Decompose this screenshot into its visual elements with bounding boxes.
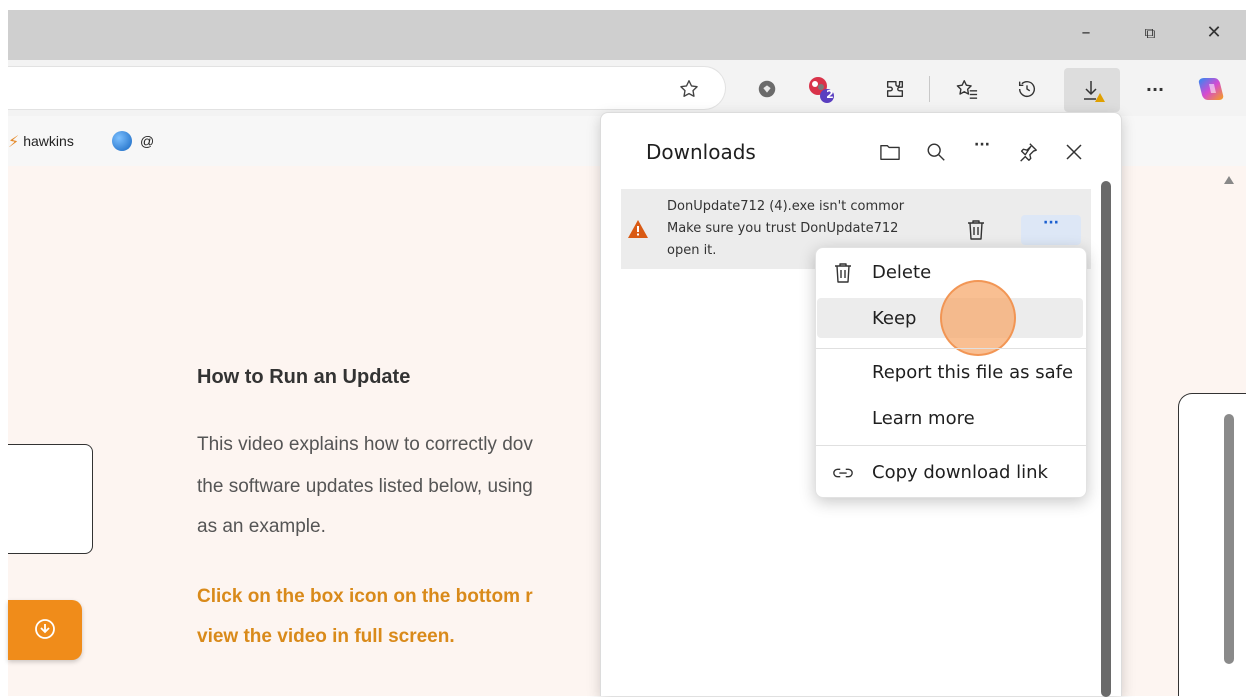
close-icon[interactable] [1059,137,1089,167]
menu-item-report-safe[interactable]: Report this file as safe [816,352,1086,394]
profile-extension-icon[interactable]: 2 [806,74,836,104]
scroll-up-arrow[interactable] [1224,176,1234,184]
menu-label: Report this file as safe [872,362,1074,383]
search-icon[interactable] [921,137,951,167]
menu-label: Learn more [872,408,975,429]
downloads-more-icon[interactable]: ··· [967,137,997,167]
download-warning-text: Make sure you trust DonUpdate712 [667,221,899,236]
close-window-button[interactable]: ✕ [1194,18,1234,48]
menu-divider [816,348,1086,349]
history-icon[interactable] [1012,74,1042,104]
favorite-hawkins[interactable]: ⚡ hawkins [8,130,74,152]
favorite-label: @ [140,133,155,149]
instruction-line: Click on the box icon on the bottom r [197,586,533,607]
page-scrollbar-thumb[interactable] [1224,414,1234,664]
trash-icon [835,263,851,283]
favorite-star-icon[interactable] [674,74,704,104]
menu-label: Delete [872,262,932,283]
downloads-title: Downloads [646,140,756,164]
side-frame-partial [1178,393,1246,696]
download-circle-button[interactable] [8,600,82,660]
menu-item-copy-link[interactable]: Copy download link [816,452,1086,494]
title-bar-strip: – ⧉ ✕ [8,10,1246,60]
pin-icon[interactable] [1013,137,1043,167]
click-indicator [940,280,1016,356]
paragraph-line: as an example. [197,516,326,537]
shield-extension-icon[interactable] [752,74,782,104]
instruction-line: view the video in full screen. [197,626,455,647]
downloads-button[interactable] [1064,68,1120,112]
warning-icon [628,220,648,238]
download-circle-icon [35,619,55,639]
menu-divider [816,445,1086,446]
panel-scrollbar-thumb[interactable] [1101,181,1111,697]
download-warning-text: open it. [667,243,717,258]
toolbar-divider [929,76,930,102]
download-warning-text: DonUpdate712 (4).exe isn't commor [667,199,905,214]
open-folder-icon[interactable] [875,137,905,167]
menu-label: Copy download link [872,462,1048,483]
extensions-icon[interactable] [880,74,910,104]
favorite-at[interactable]: @ [112,130,154,152]
page-heading: How to Run an Update [197,366,411,388]
link-icon [833,468,853,478]
favorites-icon[interactable] [952,74,982,104]
globe-icon [112,131,132,151]
menu-label: Keep [872,308,917,329]
video-frame-partial [8,444,93,554]
delete-download-icon[interactable] [961,215,991,245]
copilot-icon[interactable] [1196,74,1226,104]
favorite-label: hawkins [23,133,74,149]
menu-item-learn-more[interactable]: Learn more [816,398,1086,440]
paragraph-line: the software updates listed below, using [197,476,533,497]
restore-button[interactable]: ⧉ [1130,18,1170,48]
lightning-icon: ⚡ [8,131,20,151]
minimize-button[interactable]: – [1066,18,1106,48]
more-icon[interactable]: ··· [1140,74,1170,104]
address-bar[interactable] [8,66,726,110]
menu-item-delete[interactable]: Delete [816,252,1086,294]
extension-badge: 2 [826,88,834,101]
download-context-menu: Delete Keep Report this file as safe Lea… [815,247,1087,498]
paragraph-line: This video explains how to correctly dov [197,434,533,455]
download-more-button[interactable]: ··· [1021,215,1081,245]
